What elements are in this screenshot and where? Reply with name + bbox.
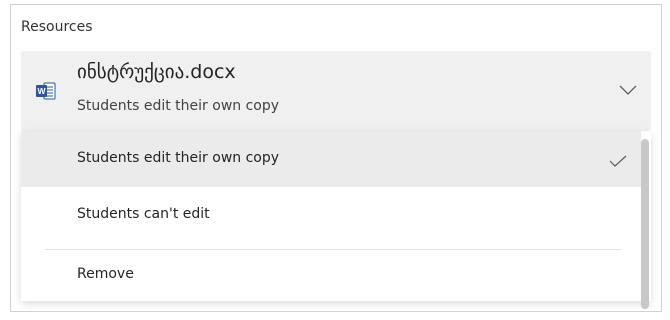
file-name[interactable]: ინსტრუქცია.docx xyxy=(77,61,236,83)
menu-item-remove[interactable]: Remove xyxy=(21,251,641,301)
file-permission-mode: Students edit their own copy xyxy=(77,98,280,114)
chevron-down-icon[interactable] xyxy=(619,85,637,96)
checkmark-icon xyxy=(609,155,627,167)
menu-divider xyxy=(45,249,621,250)
menu-item-edit-own-copy[interactable]: Students edit their own copy xyxy=(21,131,641,187)
menu-item-label: Students edit their own copy xyxy=(77,150,280,166)
word-doc-icon: W xyxy=(36,82,56,100)
menu-item-label: Students can't edit xyxy=(77,206,210,222)
menu-item-cant-edit[interactable]: Students can't edit xyxy=(21,187,641,243)
resources-heading: Resources xyxy=(21,19,93,35)
resources-panel: Resources W ინსტრუქცია.docx Students edi… xyxy=(10,4,662,312)
resource-card[interactable]: W ინსტრუქცია.docx Students edit their ow… xyxy=(21,51,651,131)
svg-text:W: W xyxy=(37,86,46,96)
menu-item-label: Remove xyxy=(77,266,134,282)
dropdown-scrollbar[interactable] xyxy=(641,139,649,309)
permission-dropdown-menu: Students edit their own copy Students ca… xyxy=(21,131,651,301)
